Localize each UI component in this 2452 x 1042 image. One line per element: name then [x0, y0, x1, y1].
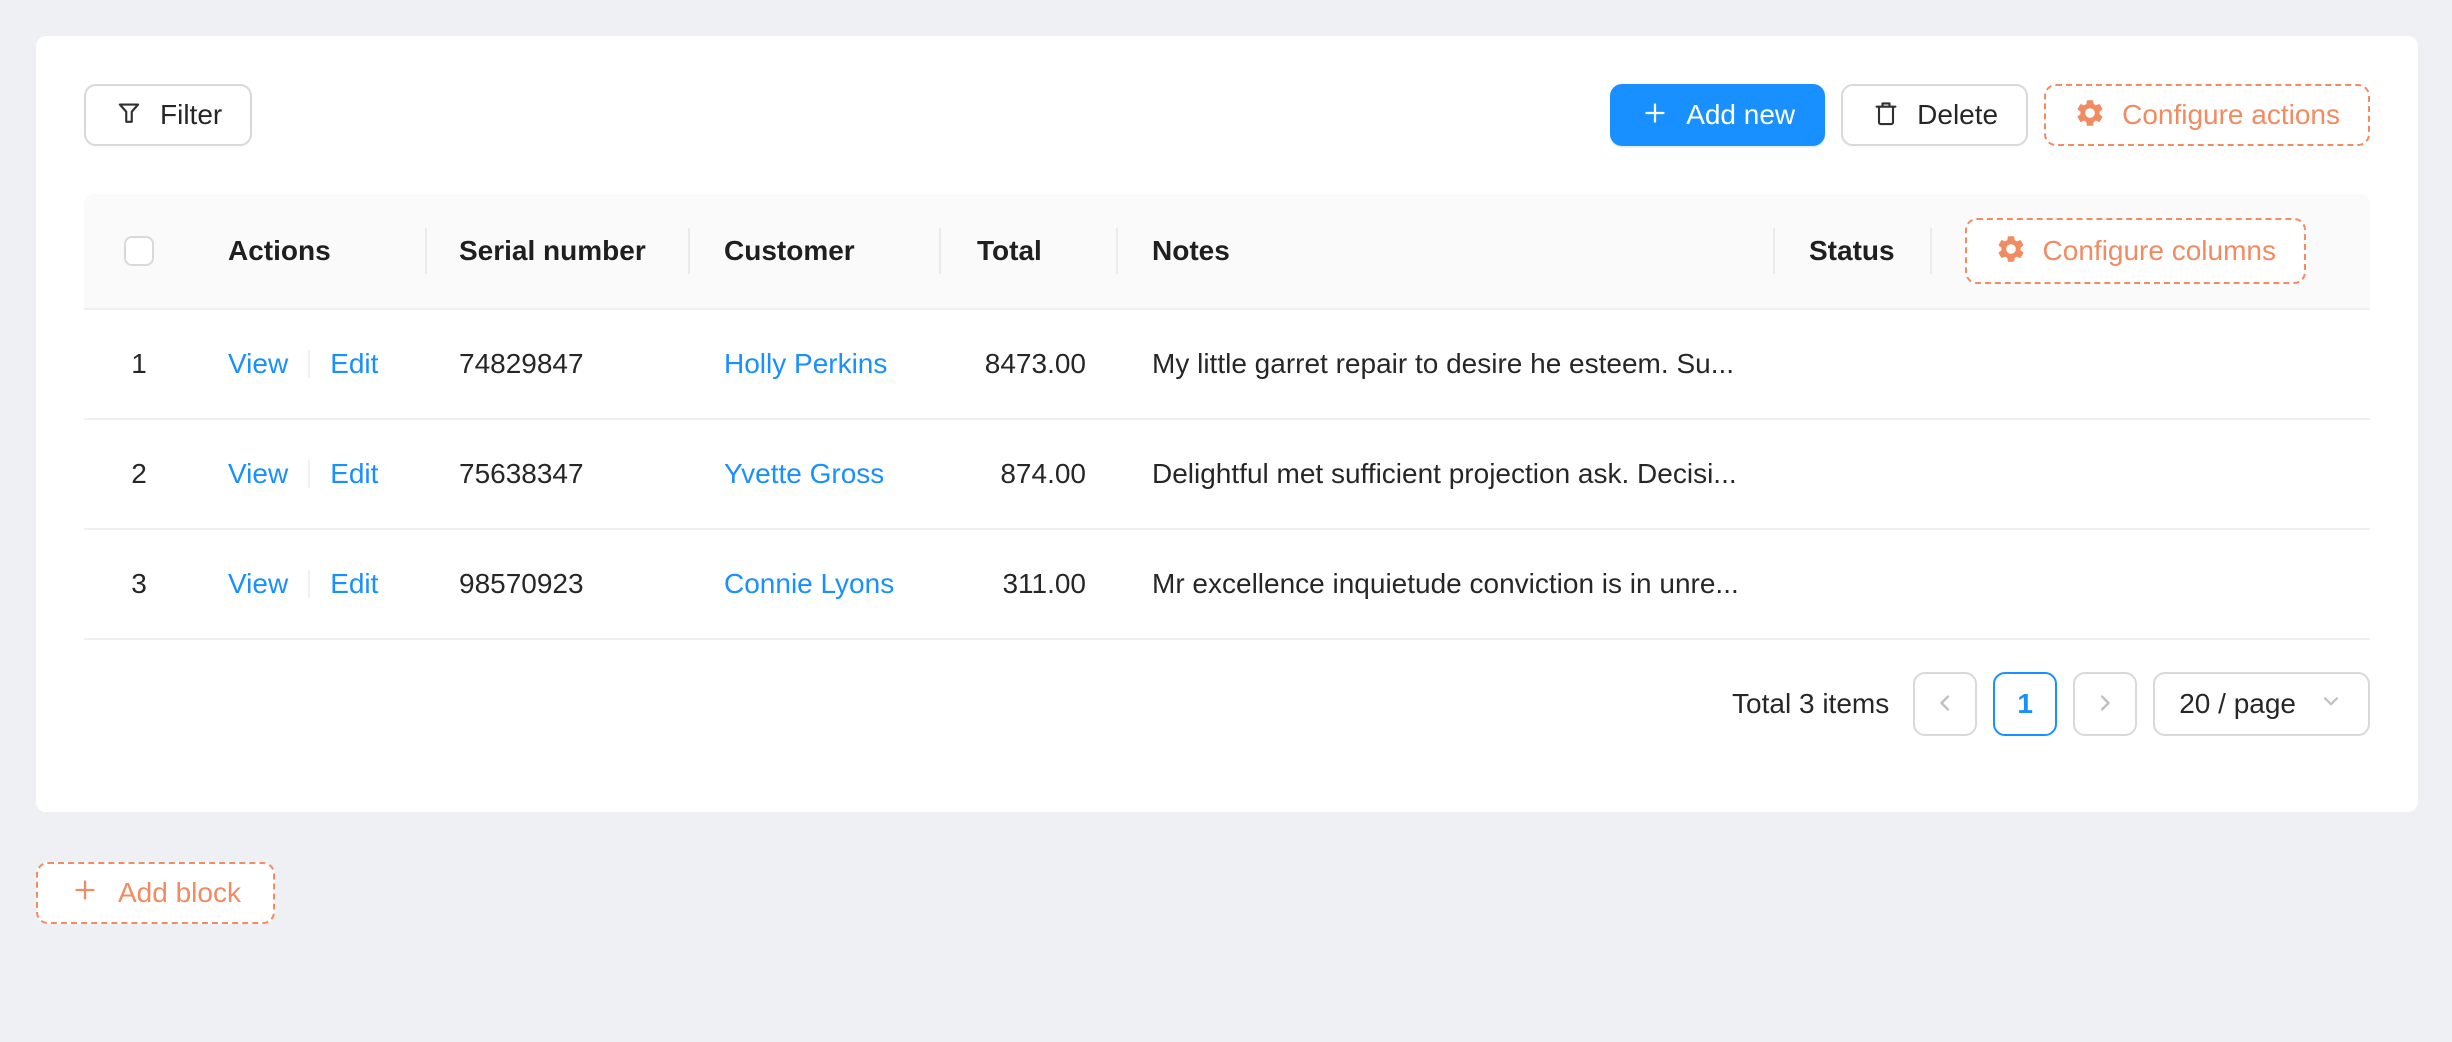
table-row: 2 View Edit 75638347 Yvette Gross 874.00… — [84, 420, 2370, 530]
serial-number-cell: 75638347 — [425, 420, 688, 528]
notes-cell: Mr excellence inquietude conviction is i… — [1116, 530, 1773, 638]
add-new-button-label: Add new — [1686, 101, 1795, 129]
total-value: 874.00 — [1000, 458, 1086, 490]
table-row: 3 View Edit 98570923 Connie Lyons 311.00… — [84, 530, 2370, 640]
filter-button-label: Filter — [160, 101, 222, 129]
column-header-customer-label: Customer — [724, 235, 855, 267]
chevron-down-icon — [2318, 688, 2344, 721]
plus-icon — [70, 875, 100, 912]
customer-link[interactable]: Yvette Gross — [724, 458, 884, 490]
column-header-serial-number: Serial number — [425, 194, 688, 308]
column-header-notes-label: Notes — [1152, 235, 1230, 267]
column-header-customer: Customer — [688, 194, 939, 308]
page-1-button[interactable]: 1 — [1993, 672, 2057, 736]
row-actions-cell: View Edit — [194, 420, 425, 528]
view-link[interactable]: View — [228, 568, 288, 600]
chevron-left-icon — [1931, 689, 1959, 720]
status-cell — [1773, 530, 1930, 638]
status-cell — [1773, 420, 1930, 528]
customer-link[interactable]: Holly Perkins — [724, 348, 887, 380]
configure-actions-button[interactable]: Configure actions — [2044, 84, 2370, 146]
row-spacer-cell — [1930, 310, 2370, 418]
total-value: 311.00 — [1002, 568, 1086, 600]
select-all-checkbox[interactable] — [124, 236, 154, 266]
edit-link[interactable]: Edit — [330, 458, 378, 490]
configure-actions-button-label: Configure actions — [2122, 101, 2340, 129]
column-header-notes: Notes — [1116, 194, 1773, 308]
pagination-total: Total 3 items — [1732, 688, 1889, 720]
toolbar: Filter Add new Dele — [84, 84, 2370, 146]
customer-cell: Connie Lyons — [688, 530, 939, 638]
select-all-header-cell — [84, 194, 194, 308]
serial-number-cell: 98570923 — [425, 530, 688, 638]
actions-divider — [308, 350, 310, 378]
prev-page-button[interactable] — [1913, 672, 1977, 736]
row-index-cell: 2 — [84, 420, 194, 528]
row-index: 1 — [131, 348, 147, 380]
total-cell: 311.00 — [939, 530, 1116, 638]
notes-cell: Delightful met sufficient projection ask… — [1116, 420, 1773, 528]
serial-number-value: 98570923 — [459, 568, 584, 600]
column-header-configure: Configure columns — [1930, 194, 2370, 308]
column-header-actions: Actions — [194, 194, 425, 308]
page-size-select[interactable]: 20 / page — [2153, 672, 2370, 736]
table-block-card: Filter Add new Dele — [36, 36, 2418, 812]
table-header-row: Actions Serial number Customer Total Not… — [84, 194, 2370, 310]
column-header-serial-number-label: Serial number — [459, 235, 646, 267]
plus-icon — [1640, 98, 1670, 133]
orders-table: Actions Serial number Customer Total Not… — [84, 194, 2370, 640]
actions-divider — [308, 570, 310, 598]
add-new-button[interactable]: Add new — [1610, 84, 1825, 146]
view-link[interactable]: View — [228, 348, 288, 380]
page-size-value: 20 / page — [2179, 688, 2296, 720]
customer-cell: Holly Perkins — [688, 310, 939, 418]
row-spacer-cell — [1930, 530, 2370, 638]
row-index: 2 — [131, 458, 147, 490]
column-header-actions-label: Actions — [228, 235, 331, 267]
row-actions-cell: View Edit — [194, 530, 425, 638]
chevron-right-icon — [2091, 689, 2119, 720]
notes-cell: My little garret repair to desire he est… — [1116, 310, 1773, 418]
gear-icon — [1995, 233, 2027, 270]
notes-value: My little garret repair to desire he est… — [1152, 348, 1734, 380]
serial-number-value: 74829847 — [459, 348, 584, 380]
filter-button[interactable]: Filter — [84, 84, 252, 146]
total-value: 8473.00 — [985, 348, 1086, 380]
toolbar-actions: Add new Delete Configu — [1610, 84, 2370, 146]
serial-number-cell: 74829847 — [425, 310, 688, 418]
customer-cell: Yvette Gross — [688, 420, 939, 528]
view-link[interactable]: View — [228, 458, 288, 490]
add-block-button[interactable]: Add block — [36, 862, 275, 924]
add-block-button-label: Add block — [118, 877, 241, 909]
edit-link[interactable]: Edit — [330, 568, 378, 600]
delete-button[interactable]: Delete — [1841, 84, 2028, 146]
pagination: Total 3 items 1 20 / page — [84, 672, 2370, 736]
delete-button-label: Delete — [1917, 101, 1998, 129]
row-actions-cell: View Edit — [194, 310, 425, 418]
edit-link[interactable]: Edit — [330, 348, 378, 380]
actions-divider — [308, 460, 310, 488]
column-header-total-label: Total — [977, 235, 1042, 267]
trash-icon — [1871, 98, 1901, 133]
notes-value: Mr excellence inquietude conviction is i… — [1152, 568, 1739, 600]
next-page-button[interactable] — [2073, 672, 2137, 736]
configure-columns-button[interactable]: Configure columns — [1965, 218, 2306, 284]
column-header-total: Total — [939, 194, 1116, 308]
customer-link[interactable]: Connie Lyons — [724, 568, 894, 600]
serial-number-value: 75638347 — [459, 458, 584, 490]
filter-icon — [114, 98, 144, 133]
row-index: 3 — [131, 568, 147, 600]
column-header-status-label: Status — [1809, 235, 1895, 267]
column-header-status: Status — [1773, 194, 1930, 308]
notes-value: Delightful met sufficient projection ask… — [1152, 458, 1737, 490]
row-index-cell: 1 — [84, 310, 194, 418]
total-cell: 874.00 — [939, 420, 1116, 528]
total-cell: 8473.00 — [939, 310, 1116, 418]
configure-columns-button-label: Configure columns — [2043, 237, 2276, 265]
gear-icon — [2074, 97, 2106, 134]
status-cell — [1773, 310, 1930, 418]
table-row: 1 View Edit 74829847 Holly Perkins 8473.… — [84, 310, 2370, 420]
row-spacer-cell — [1930, 420, 2370, 528]
row-index-cell: 3 — [84, 530, 194, 638]
